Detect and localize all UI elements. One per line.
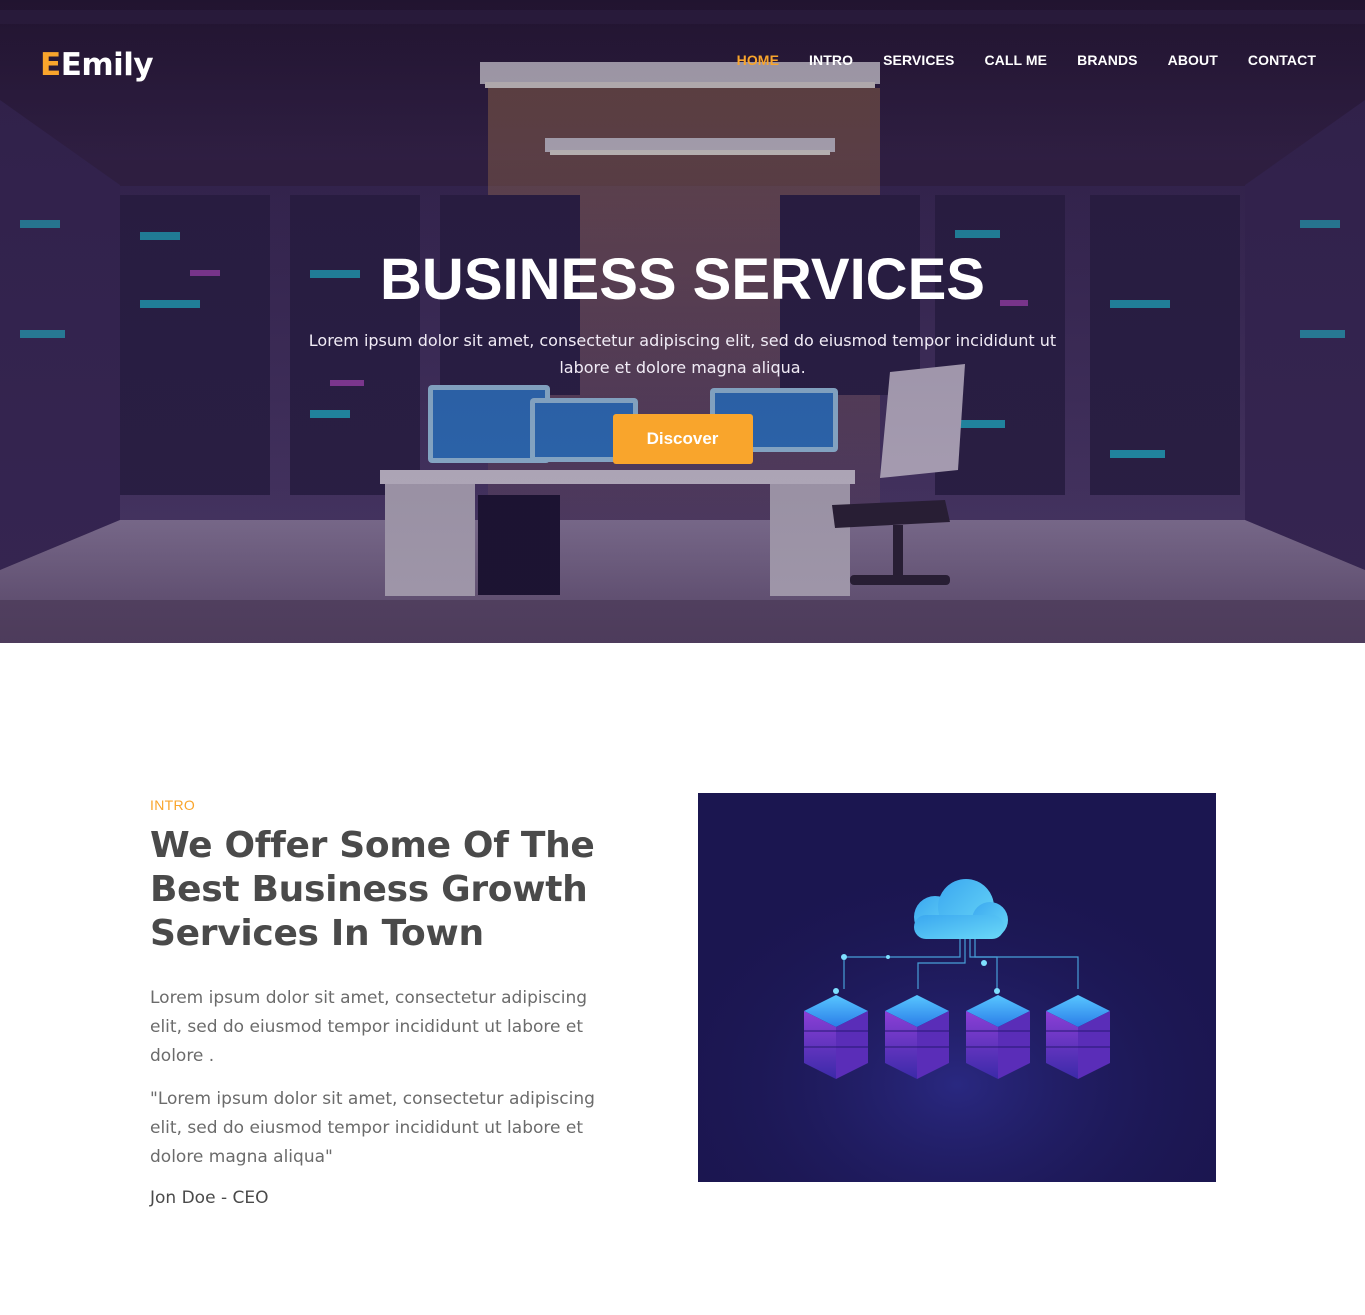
- hero-text: Lorem ipsum dolor sit amet, consectetur …: [273, 327, 1093, 381]
- server-stack-4: [1046, 995, 1110, 1079]
- site-header: EEmily HOME INTRO SERVICES CALL ME BRAND…: [0, 0, 1365, 110]
- nav-about[interactable]: ABOUT: [1153, 50, 1233, 70]
- logo-text: Emily: [60, 47, 154, 83]
- hero-title: BUSINESS SERVICES: [380, 247, 985, 312]
- intro-author: Jon Doe - CEO: [150, 1188, 269, 1208]
- intro-tag: INTRO: [150, 797, 196, 813]
- server-stack-3: [966, 995, 1030, 1079]
- intro-image: [698, 793, 1216, 1182]
- intro-section: INTRO We Offer Some Of The Best Business…: [0, 643, 1365, 1315]
- server-stack-2: [885, 995, 949, 1079]
- main-nav: HOME INTRO SERVICES CALL ME BRANDS ABOUT…: [722, 50, 1331, 70]
- hero-text-line-1: Lorem ipsum dolor sit amet, consectetur …: [308, 331, 1057, 350]
- cloud-servers-illustration: [698, 793, 1216, 1182]
- logo-mark: E: [40, 47, 61, 83]
- nav-call-me[interactable]: CALL ME: [969, 50, 1062, 70]
- discover-button[interactable]: Discover: [612, 414, 753, 464]
- hero-section: EEmily HOME INTRO SERVICES CALL ME BRAND…: [0, 0, 1365, 643]
- intro-text-block: INTRO We Offer Some Of The Best Business…: [150, 796, 630, 1210]
- site-logo[interactable]: EEmily: [40, 45, 154, 85]
- nav-contact[interactable]: CONTACT: [1233, 50, 1331, 70]
- hero-content: BUSINESS SERVICES Lorem ipsum dolor sit …: [0, 245, 1365, 464]
- hero-text-line-2: labore et dolore magna aliqua.: [559, 358, 806, 377]
- nav-home[interactable]: HOME: [722, 50, 794, 70]
- intro-paragraph: Lorem ipsum dolor sit amet, consectetur …: [150, 988, 588, 1066]
- nav-intro[interactable]: INTRO: [794, 50, 868, 70]
- nav-services[interactable]: SERVICES: [868, 50, 969, 70]
- server-stack-1: [804, 995, 868, 1079]
- intro-quote: "Lorem ipsum dolor sit amet, consectetur…: [150, 1089, 595, 1167]
- nav-brands[interactable]: BRANDS: [1062, 50, 1153, 70]
- intro-title: We Offer Some Of The Best Business Growt…: [150, 825, 595, 954]
